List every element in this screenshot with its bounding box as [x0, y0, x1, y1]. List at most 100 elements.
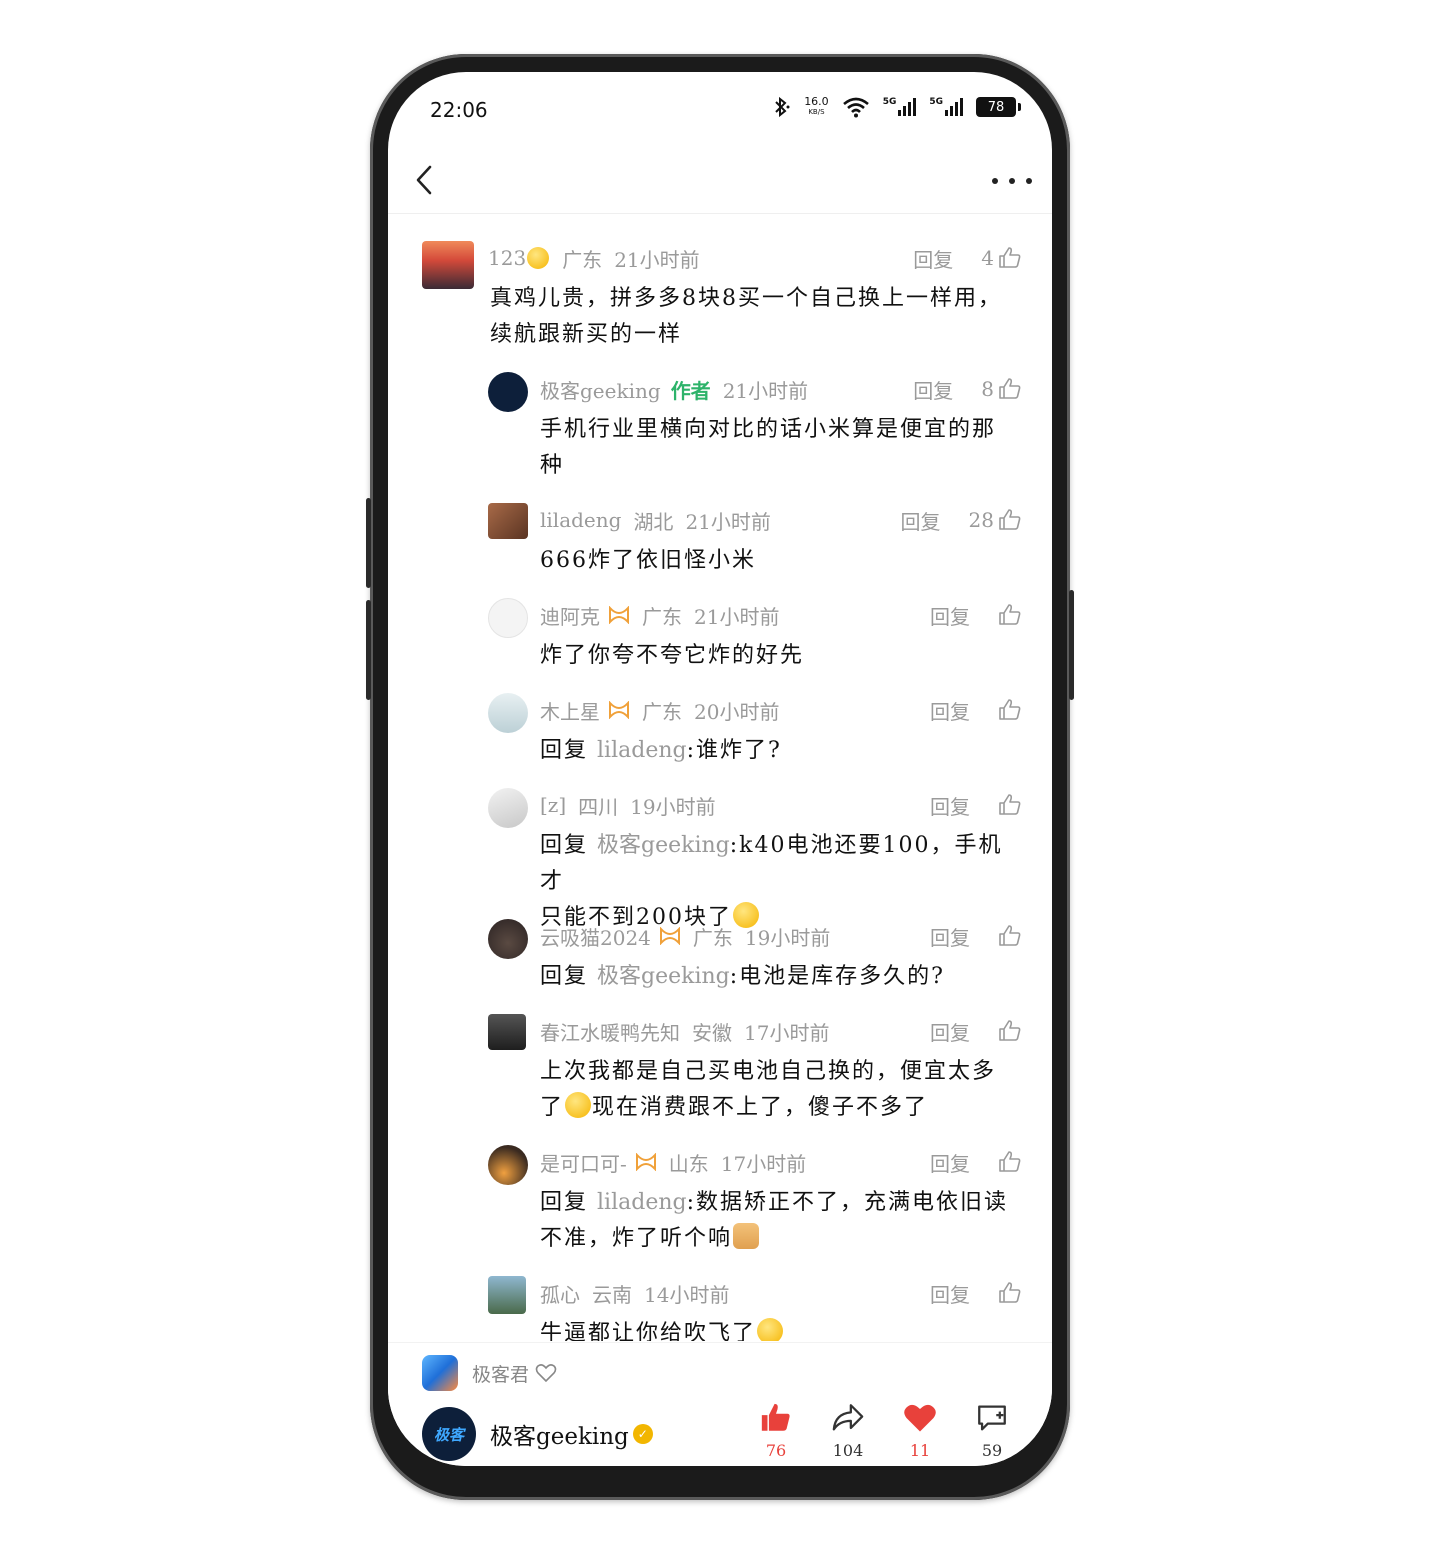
- location: 广东: [642, 699, 682, 724]
- comment-text-line: 回复 liladeng:谁炸了?: [540, 733, 1022, 769]
- username[interactable]: 迪阿克: [540, 601, 600, 630]
- tongue-emoji-icon: [527, 247, 550, 269]
- favorite-action-button[interactable]: 11: [890, 1401, 950, 1460]
- reply-button[interactable]: 回复: [913, 244, 953, 273]
- reply-button[interactable]: 回复: [930, 1279, 970, 1308]
- author-row[interactable]: 极客 极客geeking ✓: [422, 1407, 653, 1461]
- user-avatar[interactable]: [488, 919, 528, 959]
- user-avatar[interactable]: [488, 1014, 526, 1050]
- username[interactable]: 云吸猫2024: [540, 922, 651, 951]
- username[interactable]: liladeng: [540, 508, 621, 532]
- username[interactable]: 木上星: [540, 696, 600, 725]
- ribbon-badge-icon: [635, 1152, 657, 1172]
- author-avatar[interactable]: 极客: [422, 1407, 476, 1461]
- comment-meta: 迪阿克 广东 21小时前: [540, 598, 779, 632]
- reply-button[interactable]: 回复: [930, 601, 970, 630]
- back-button[interactable]: [406, 162, 442, 198]
- user-avatar[interactable]: [488, 1276, 526, 1314]
- like-button[interactable]: [998, 698, 1022, 722]
- thumbs-up-icon: [999, 247, 1021, 268]
- reply-button[interactable]: 回复: [930, 1148, 970, 1177]
- comment-text: 回复 liladeng:数据矫正不了，充满电依旧读 不准，炸了听个响: [540, 1185, 1022, 1257]
- username[interactable]: 是可口可-: [540, 1148, 627, 1177]
- heart-outline-icon[interactable]: [535, 1363, 557, 1383]
- network-speed: 16.0 KB/S: [804, 95, 829, 116]
- reply-button[interactable]: 回复: [901, 506, 941, 535]
- user-avatar[interactable]: [488, 503, 528, 539]
- more-options-button[interactable]: [992, 170, 1032, 192]
- user-avatar[interactable]: [422, 241, 474, 289]
- like-button[interactable]: 28: [969, 508, 1022, 532]
- timestamp: 20小时前: [694, 699, 780, 724]
- user-avatar[interactable]: [488, 693, 528, 733]
- like-button[interactable]: [998, 1281, 1022, 1305]
- like-button[interactable]: [998, 603, 1022, 627]
- comment-text-line: 回复 极客geeking:k40电池还要100，手机才: [540, 828, 1022, 900]
- comment-meta: 木上星 广东 20小时前: [540, 693, 779, 727]
- reply-to-user[interactable]: 极客geeking: [597, 833, 730, 858]
- like-button[interactable]: 4: [981, 246, 1022, 270]
- like-button[interactable]: [998, 1019, 1022, 1043]
- reply-to-user[interactable]: liladeng: [597, 738, 687, 763]
- reply-button[interactable]: 回复: [913, 375, 953, 404]
- timestamp: 21小时前: [722, 378, 809, 403]
- comment-text: 回复 极客geeking:电池是库存多久的?: [540, 959, 1022, 995]
- comment-text-line: 牛逼都让你给吹飞了: [540, 1316, 1022, 1341]
- comment-meta: liladeng 湖北 21小时前: [540, 503, 771, 537]
- reply-item: 迪阿克 广东 21小时前 回复 炸了你夸不夸它炸的好先: [488, 598, 1022, 678]
- comment-meta: 孤心 云南 14小时前: [540, 1276, 729, 1310]
- comment-actions: 回复: [930, 693, 1022, 727]
- battery-icon: 78: [976, 97, 1021, 117]
- volume-button: [366, 498, 371, 588]
- timestamp: 14小时前: [644, 1282, 730, 1307]
- status-bar: 22:06 16.0 KB/S 5G 5G 78: [388, 72, 1052, 148]
- comment-meta: 极客geeking 作者 21小时前: [540, 372, 808, 406]
- like-button[interactable]: [998, 1150, 1022, 1174]
- topic-row[interactable]: 极客君: [422, 1353, 557, 1393]
- comment-actions: 回复: [930, 1014, 1022, 1048]
- reply-button[interactable]: 回复: [930, 696, 970, 725]
- topic-icon: [422, 1355, 458, 1391]
- user-avatar[interactable]: [488, 788, 528, 828]
- reply-button[interactable]: 回复: [930, 922, 970, 951]
- comment-actions: 回复 28: [901, 503, 1022, 537]
- username[interactable]: 孤心: [540, 1279, 580, 1308]
- user-avatar[interactable]: [488, 1145, 528, 1185]
- comment-count: 59: [981, 1441, 1003, 1460]
- like-button[interactable]: [998, 793, 1022, 817]
- reply-to-user[interactable]: 极客geeking: [597, 964, 730, 989]
- share-icon: [832, 1404, 864, 1431]
- user-avatar[interactable]: [488, 372, 528, 412]
- username[interactable]: 极客geeking: [540, 375, 661, 404]
- comment-meta: 春江水暖鸭先知 安徽 17小时前: [540, 1014, 829, 1048]
- dot-icon: [992, 178, 998, 184]
- reply-button[interactable]: 回复: [930, 1017, 970, 1046]
- username[interactable]: 123: [488, 246, 526, 270]
- comment-actions: 回复: [930, 1276, 1022, 1310]
- like-button[interactable]: 8: [981, 377, 1022, 401]
- reply-to-user[interactable]: liladeng: [597, 1190, 687, 1215]
- location: 云南: [592, 1282, 632, 1307]
- comment-item: 123 广东 21小时前 回复 4 真鸡儿贵，拼多多8块8买一个自己换上一样用，…: [422, 241, 1022, 351]
- heart-filled-icon: [904, 1404, 936, 1432]
- share-action-button[interactable]: 104: [818, 1401, 878, 1460]
- username[interactable]: [z]: [540, 793, 566, 817]
- location: 湖北: [633, 509, 674, 534]
- username[interactable]: 春江水暖鸭先知: [540, 1017, 680, 1046]
- reply-text: :数据矫正不了，充满电依旧读: [686, 1190, 1009, 1215]
- comment-action-button[interactable]: 59: [962, 1401, 1022, 1460]
- like-button[interactable]: [998, 924, 1022, 948]
- reply-item: 是可口可- 山东 17小时前 回复 回复 liladeng:数据矫正不了，充满电…: [488, 1145, 1022, 1255]
- reply-button[interactable]: 回复: [930, 791, 970, 820]
- thumbs-up-icon: [999, 1020, 1021, 1041]
- comment-text: 牛逼都让你给吹飞了: [540, 1316, 1022, 1341]
- like-action-button[interactable]: 76: [746, 1401, 806, 1460]
- author-name[interactable]: 极客geeking: [490, 1417, 629, 1451]
- comment-actions: 回复: [930, 919, 1022, 953]
- reply-text: :谁炸了?: [686, 738, 782, 763]
- ribbon-badge-icon: [659, 926, 681, 946]
- comment-text-fragment: 牛逼都让你给吹飞了: [540, 1321, 757, 1341]
- user-avatar[interactable]: [488, 598, 528, 638]
- comment-text-fragment: 现在消费跟不上了，傻子不多了: [592, 1095, 929, 1120]
- phone-screen: 22:06 16.0 KB/S 5G 5G 78 123 广东 21小时前 回复…: [388, 72, 1052, 1466]
